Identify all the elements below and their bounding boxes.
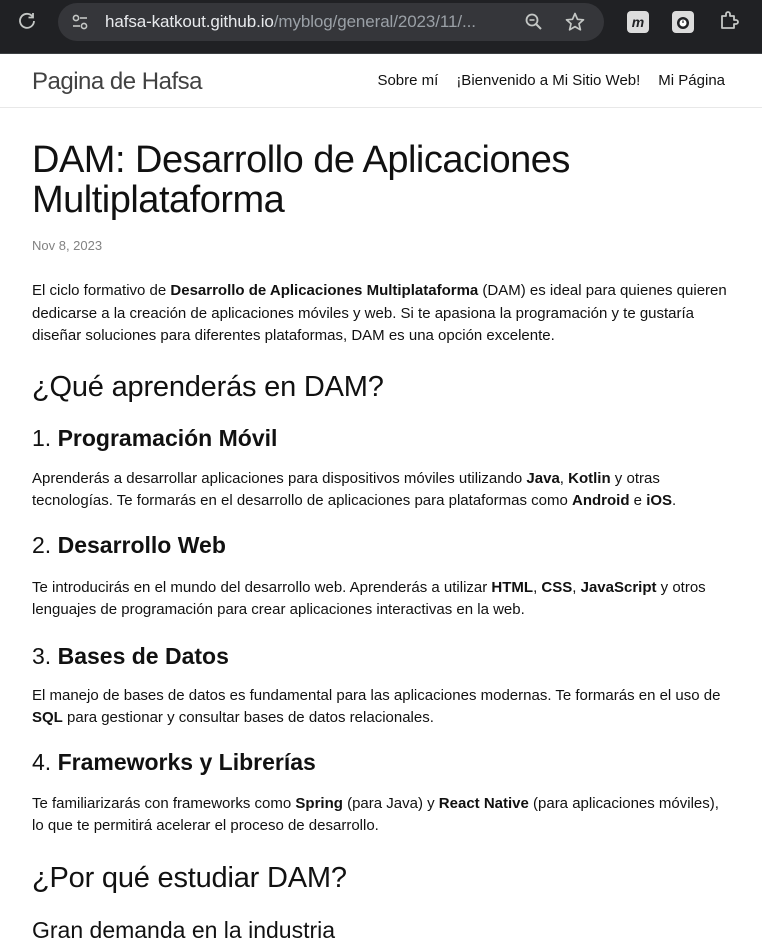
bold-text: Spring	[295, 794, 343, 812]
section-heading-databases: 3. Bases de Datos	[32, 642, 732, 670]
subheading-demand: Gran demanda en la industria	[32, 916, 336, 943]
text: Aprenderás a desarrollar aplicaciones pa…	[32, 469, 527, 487]
text: .	[672, 492, 677, 509]
section-paragraph-databases: El manejo de bases de datos es fundament…	[32, 685, 732, 730]
reload-icon[interactable]	[17, 11, 37, 31]
post-title: DAM: Desarrollo de Aplicaciones Multipla…	[32, 139, 570, 221]
bold-text: Android	[572, 492, 630, 509]
section-paragraph-frameworks: Te familiarizarás con frameworks como Sp…	[32, 793, 732, 838]
section-title: Desarrollo Web	[57, 531, 226, 558]
extension-m-icon[interactable]: m	[627, 11, 649, 33]
section-title: Frameworks y Librerías	[57, 748, 316, 775]
site-settings-icon[interactable]	[70, 12, 90, 32]
bookmark-star-icon[interactable]	[564, 11, 586, 33]
text: e	[629, 492, 647, 509]
bold-text: Desarrollo de Aplicaciones Multiplatafor…	[170, 282, 479, 299]
section-heading-web: 2. Desarrollo Web	[32, 531, 732, 559]
post-content: DAM: Desarrollo de Aplicaciones Multipla…	[32, 108, 732, 944]
intro-paragraph: El ciclo formativo de Desarrollo de Apli…	[32, 280, 732, 348]
text: (para Java) y	[342, 794, 439, 812]
nav-link-sobre-mi[interactable]: Sobre mí	[377, 71, 438, 91]
section-paragraph-mobile: Aprenderás a desarrollar aplicaciones pa…	[32, 468, 732, 513]
heading-learn: ¿Qué aprenderás en DAM?	[32, 370, 384, 403]
site-title-link[interactable]: Pagina de Hafsa	[32, 68, 202, 96]
bold-text: Kotlin	[568, 469, 611, 487]
text: El ciclo formativo de	[32, 282, 171, 299]
section-number: 1.	[32, 424, 58, 451]
text: Te familiarizarás con frameworks como	[32, 794, 296, 812]
section-heading-frameworks: 4. Frameworks y Librerías	[32, 748, 732, 776]
zoom-icon[interactable]	[524, 12, 544, 32]
text: Te introducirás en el mundo del desarrol…	[32, 578, 492, 596]
extension-clock-icon[interactable]	[672, 11, 694, 33]
bold-text: iOS	[646, 492, 673, 509]
section-number: 2.	[32, 531, 58, 558]
section-paragraph-web: Te introducirás en el mundo del desarrol…	[32, 577, 732, 622]
section-title: Programación Móvil	[57, 424, 278, 451]
section-number: 4.	[32, 748, 58, 775]
site-header: Pagina de Hafsa Sobre mí ¡Bienvenido a M…	[0, 54, 762, 108]
bold-text: Java	[526, 469, 560, 487]
url-path: /myblog/general/2023/11/...	[273, 12, 476, 31]
url-host: hafsa-katkout.github.io	[105, 12, 274, 31]
section-number: 3.	[32, 642, 58, 669]
section-title: Bases de Datos	[57, 642, 229, 669]
section-heading-mobile: 1. Programación Móvil	[32, 424, 732, 452]
text: ,	[572, 578, 581, 596]
bold-text: CSS	[541, 578, 573, 596]
nav-link-mi-pagina[interactable]: Mi Página	[658, 71, 725, 91]
site-nav: Sobre mí ¡Bienvenido a Mi Sitio Web! Mi …	[377, 71, 725, 91]
text: El manejo de bases de datos es fundament…	[32, 686, 721, 704]
nav-link-bienvenido[interactable]: ¡Bienvenido a Mi Sitio Web!	[456, 71, 640, 91]
heading-why: ¿Por qué estudiar DAM?	[32, 861, 347, 894]
url-text: hafsa-katkout.github.io/myblog/general/2…	[105, 12, 476, 32]
toolbar-divider	[0, 43, 762, 54]
extensions-puzzle-icon[interactable]	[717, 9, 741, 33]
text: para gestionar y consultar bases de dato…	[62, 709, 434, 726]
browser-toolbar: hafsa-katkout.github.io/myblog/general/2…	[0, 0, 762, 54]
bold-text: HTML	[491, 578, 534, 596]
svg-text:m: m	[632, 14, 644, 30]
post-date: Nov 8, 2023	[32, 238, 103, 253]
bold-text: SQL	[32, 709, 63, 726]
bold-text: JavaScript	[580, 578, 657, 596]
bold-text: React Native	[438, 794, 529, 812]
address-bar[interactable]: hafsa-katkout.github.io/myblog/general/2…	[58, 3, 604, 41]
text: ,	[559, 469, 569, 487]
